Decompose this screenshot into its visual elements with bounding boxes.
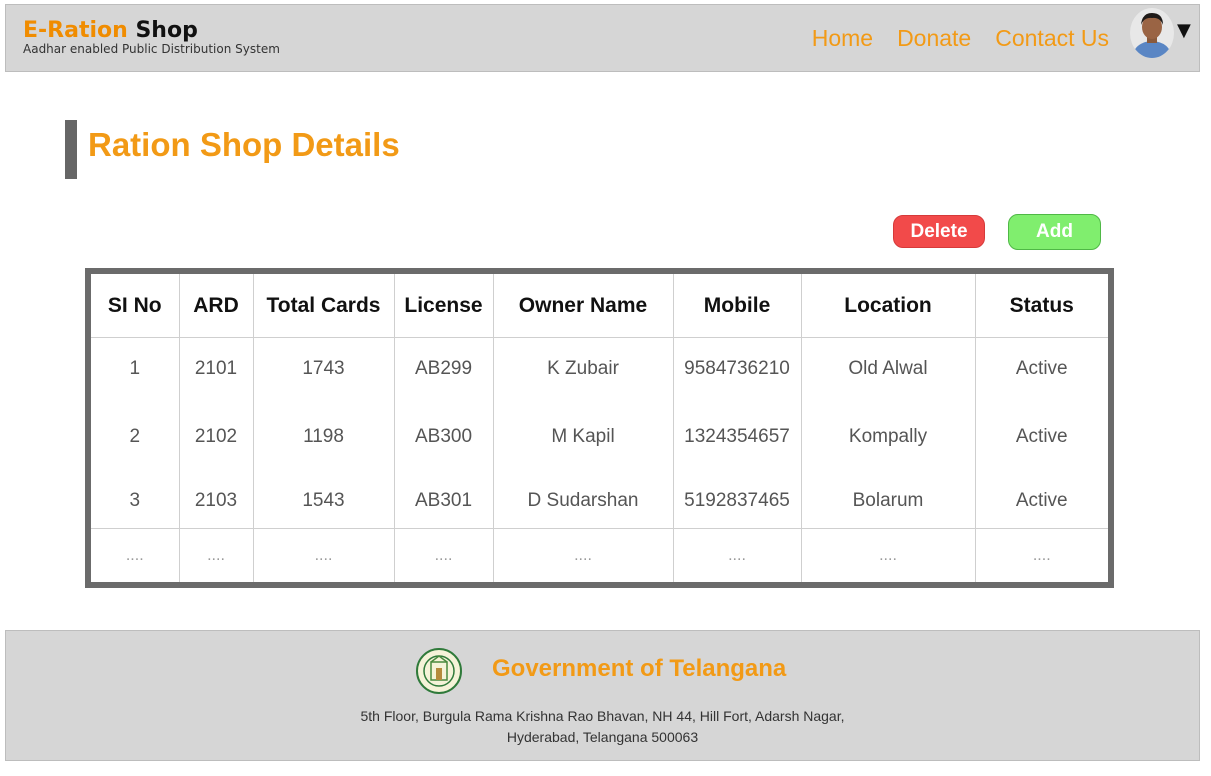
table-cell: .... (673, 528, 802, 582)
title-accent-bar (65, 120, 77, 179)
address-line-1: 5th Floor, Burgula Rama Krishna Rao Bhav… (360, 708, 845, 724)
brand-subtitle: Aadhar enabled Public Distribution Syste… (23, 42, 280, 56)
table-row[interactable]: 3 2103 1543 AB301 D Sudarshan 5192837465… (91, 474, 1108, 529)
table-cell: Old Alwal (801, 337, 976, 400)
table-cell: 2 (91, 400, 180, 474)
column-header[interactable]: ARD (179, 274, 254, 338)
footer-title: Government of Telangana (492, 655, 787, 682)
column-header[interactable]: Mobile (673, 274, 802, 338)
table-cell: 3 (91, 474, 180, 529)
table-cell: 1198 (253, 400, 395, 474)
table-cell: .... (179, 528, 254, 582)
table-cell: D Sudarshan (493, 474, 674, 529)
brand[interactable]: E-Ration Shop Aadhar enabled Public Dist… (23, 19, 280, 57)
table-cell: .... (91, 528, 180, 582)
table-cell: Active (1015, 490, 1068, 511)
table-cell: M Kapil (493, 400, 674, 474)
ration-shop-table: SI No ARD Total Cards License Owner Name… (85, 268, 1114, 588)
table-cell: 1543 (253, 474, 395, 529)
telangana-seal-icon (416, 648, 462, 694)
address-line-2: Hyderabad, Telangana 500063 (506, 729, 699, 745)
table-cell: Active (1015, 358, 1068, 379)
table-cell: AB299 (394, 337, 494, 400)
table-cell: 1324354657 (673, 400, 802, 474)
user-avatar-icon[interactable] (1130, 8, 1174, 58)
top-header: E-Ration Shop Aadhar enabled Public Dist… (5, 4, 1200, 72)
table-cell: .... (493, 528, 674, 582)
column-header[interactable]: Status (975, 274, 1108, 338)
brand-part-1: E-Ration (23, 18, 128, 43)
footer: Government of Telangana 5th Floor, Burgu… (5, 630, 1200, 761)
table-cell: 5192837465 (673, 474, 802, 529)
table-cell: 2101 (179, 337, 254, 400)
nav-donate[interactable]: Donate (897, 25, 971, 52)
column-header[interactable]: Total Cards (253, 274, 395, 338)
footer-address: 5th Floor, Burgula Rama Krishna Rao Bhav… (6, 706, 1199, 748)
table-cell: 9584736210 (673, 337, 802, 400)
main-nav: Home Donate Contact Us (812, 25, 1109, 52)
column-header[interactable]: License (394, 274, 494, 338)
table-cell: 1743 (253, 337, 395, 400)
column-header[interactable]: Owner Name (493, 274, 674, 338)
caret-down-icon[interactable]: ▼ (1177, 20, 1191, 41)
table-row[interactable]: 1 2101 1743 AB299 K Zubair 9584736210 Ol… (91, 337, 1108, 400)
table-row-placeholder: .... .... .... .... .... .... .... .... (91, 528, 1108, 582)
add-button[interactable]: Add (1008, 214, 1101, 250)
nav-home[interactable]: Home (812, 25, 873, 52)
table-cell: AB300 (394, 400, 494, 474)
brand-part-2: Shop (135, 18, 198, 43)
table-cell: Active (1015, 426, 1068, 447)
table-cell: AB301 (394, 474, 494, 529)
table-cell: 1 (91, 337, 180, 400)
table-cell: .... (253, 528, 395, 582)
table-cell: .... (394, 528, 494, 582)
table-cell: .... (975, 528, 1108, 582)
table-row[interactable]: 2 2102 1198 AB300 M Kapil 1324354657 Kom… (91, 400, 1108, 474)
page-title: Ration Shop Details (88, 126, 400, 163)
delete-button[interactable]: Delete (893, 215, 985, 248)
table-cell: Bolarum (801, 474, 976, 529)
nav-contact-us[interactable]: Contact Us (995, 25, 1109, 52)
brand-name: E-Ration Shop (23, 19, 280, 43)
column-header[interactable]: Location (801, 274, 976, 338)
table-cell: K Zubair (493, 337, 674, 400)
table-cell: Kompally (801, 400, 976, 474)
table-cell: 2102 (179, 400, 254, 474)
table-header-row: SI No ARD Total Cards License Owner Name… (91, 274, 1108, 338)
column-header[interactable]: SI No (91, 274, 180, 338)
table-cell: 2103 (179, 474, 254, 529)
table-cell: .... (801, 528, 976, 582)
